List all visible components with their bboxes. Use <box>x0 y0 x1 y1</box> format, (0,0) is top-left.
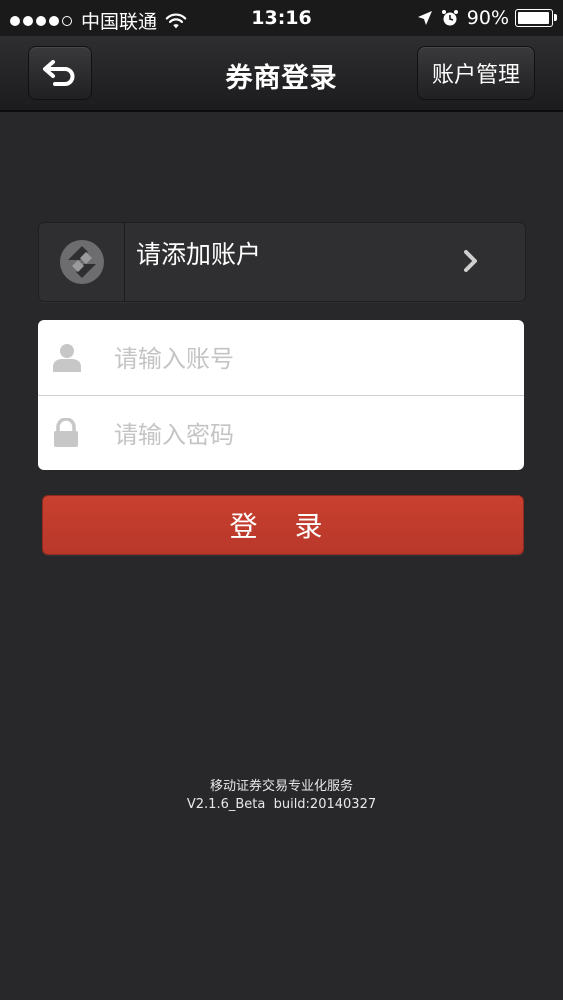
status-right: 90% <box>417 7 557 29</box>
broker-logo-cell <box>39 223 125 301</box>
lock-icon <box>54 418 78 447</box>
footer: 移动证券交易专业化服务 V2.1.6_Beta build:20140327 <box>0 778 563 814</box>
user-icon <box>53 344 81 372</box>
account-management-button[interactable]: 账户管理 <box>417 46 535 100</box>
alarm-icon <box>441 10 458 26</box>
battery-icon <box>515 9 557 27</box>
login-button[interactable]: 登 录 <box>42 495 524 555</box>
account-field <box>38 320 524 396</box>
footer-tagline: 移动证券交易专业化服务 <box>209 779 353 794</box>
account-input[interactable] <box>112 338 506 380</box>
location-arrow-icon <box>417 11 432 25</box>
footer-version: V2.1.6_Beta build:20140327 <box>186 797 377 812</box>
add-account-row[interactable]: 请添加账户 <box>38 222 526 302</box>
password-field <box>38 396 524 470</box>
login-form <box>38 320 524 470</box>
status-bar: 中国联通 13:16 90% <box>0 0 563 36</box>
navigation-bar: 券商登录 账户管理 <box>0 36 563 112</box>
password-input[interactable] <box>112 414 506 456</box>
add-account-label: 请添加账户 <box>136 240 262 269</box>
broker-logo-icon <box>59 240 104 284</box>
battery-percent: 90% <box>466 7 509 29</box>
chevron-right-icon <box>464 250 477 272</box>
